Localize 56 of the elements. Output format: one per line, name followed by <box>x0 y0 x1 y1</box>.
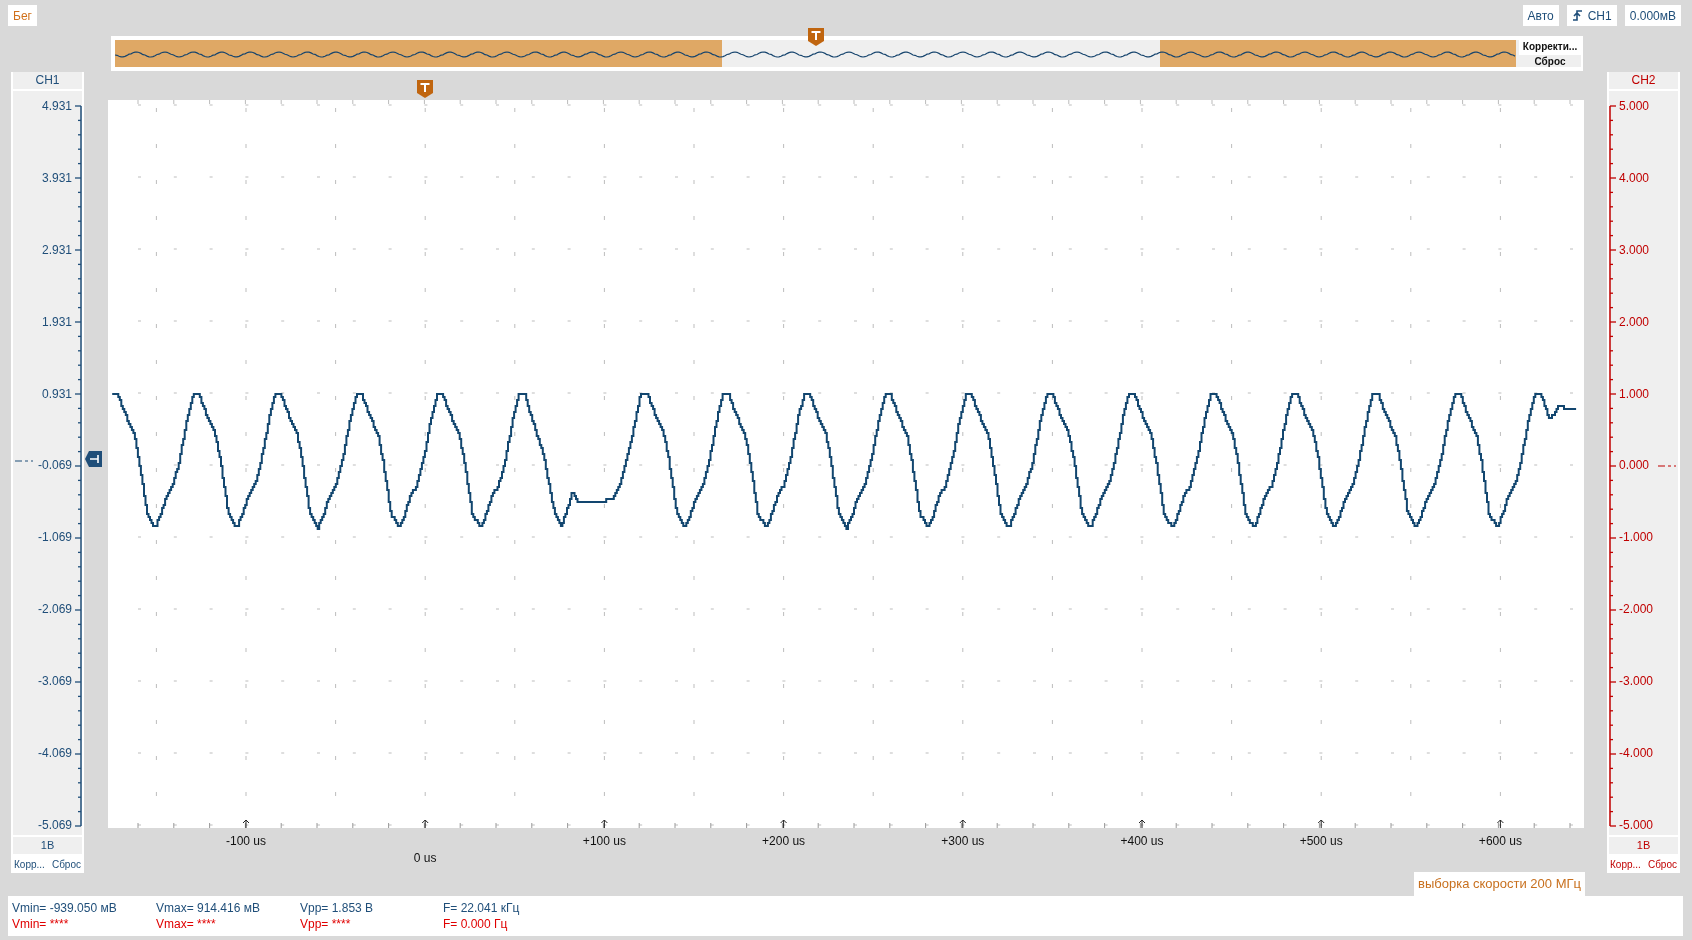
time-label: +600 us <box>1478 834 1522 848</box>
measurement-value: Vmin= **** <box>12 916 70 932</box>
time-label: +400 us <box>1120 834 1164 848</box>
trigger-marker-icon[interactable] <box>417 80 433 98</box>
axis-label: 5.000 <box>1618 99 1651 113</box>
trigger-source-button[interactable]: CH1 <box>1566 5 1617 26</box>
time-label: +300 us <box>941 834 985 848</box>
axis-label: -5.000 <box>1618 817 1655 832</box>
axis-label: -3.069 <box>36 674 73 689</box>
reset-button[interactable]: Сброс <box>1646 856 1678 873</box>
axis-label: -1.069 <box>36 530 73 545</box>
axis-label: -3.000 <box>1618 674 1655 689</box>
axis-label: 2.931 <box>40 242 73 257</box>
reset-button[interactable]: Сброс <box>1519 55 1581 67</box>
trigger-level-button[interactable]: 0.000мВ <box>1624 5 1681 26</box>
offset-marker-icon <box>15 460 33 462</box>
axis-label: -5.069 <box>36 817 73 832</box>
mode-button[interactable]: Авто <box>1522 5 1559 26</box>
axis-label: -4.000 <box>1618 746 1655 760</box>
rising-edge-icon <box>1571 9 1584 22</box>
offset-marker-icon <box>1658 465 1676 467</box>
axis-label: -4.069 <box>36 746 73 760</box>
time-label: 0 us <box>413 851 437 865</box>
time-label: +100 us <box>582 834 626 848</box>
axis-label: 0.000 <box>1618 458 1651 473</box>
axis-label: 4.931 <box>40 99 73 113</box>
axis-label: -0.069 <box>36 458 73 473</box>
trigger-marker-icon[interactable] <box>808 28 824 46</box>
channel-label: CH2 <box>1609 72 1678 91</box>
measurement-value: Vmin= -939.050 мВ <box>12 900 118 916</box>
scale-label[interactable]: 1В <box>13 835 82 856</box>
ground-marker-icon[interactable] <box>85 451 102 467</box>
measurement-value: F= 22.041 кГц <box>443 900 521 916</box>
time-label: +200 us <box>762 834 806 848</box>
measurement-value: Vmax= 914.416 мВ <box>156 900 261 916</box>
axis-label: -2.000 <box>1618 602 1655 617</box>
time-label: +500 us <box>1299 834 1343 848</box>
overview-waveform[interactable] <box>115 40 1519 67</box>
scale-label[interactable]: 1В <box>1609 835 1678 856</box>
axis-label: 2.000 <box>1618 314 1651 329</box>
measurement-value: F= 0.000 Гц <box>443 916 509 932</box>
axis-label: 1.931 <box>40 314 73 329</box>
axis-label: 1.000 <box>1618 386 1651 401</box>
sample-rate-label: выборка скорости 200 МГц <box>1414 872 1585 896</box>
time-label: -100 us <box>226 834 266 848</box>
axis-label: -1.000 <box>1618 530 1655 545</box>
reset-button[interactable]: Сброс <box>50 856 82 873</box>
axis-label: 3.931 <box>40 170 73 185</box>
axis-label: 0.931 <box>40 386 73 401</box>
axis-label: 4.000 <box>1618 170 1651 185</box>
measurement-value: Vpp= 1.853 В <box>300 900 375 916</box>
measurement-value: Vpp= **** <box>300 916 352 932</box>
axis-label: 3.000 <box>1618 242 1651 257</box>
channel-label: CH1 <box>13 72 82 91</box>
axis-label: -2.069 <box>36 602 73 617</box>
measurement-value: Vmax= **** <box>156 916 217 932</box>
